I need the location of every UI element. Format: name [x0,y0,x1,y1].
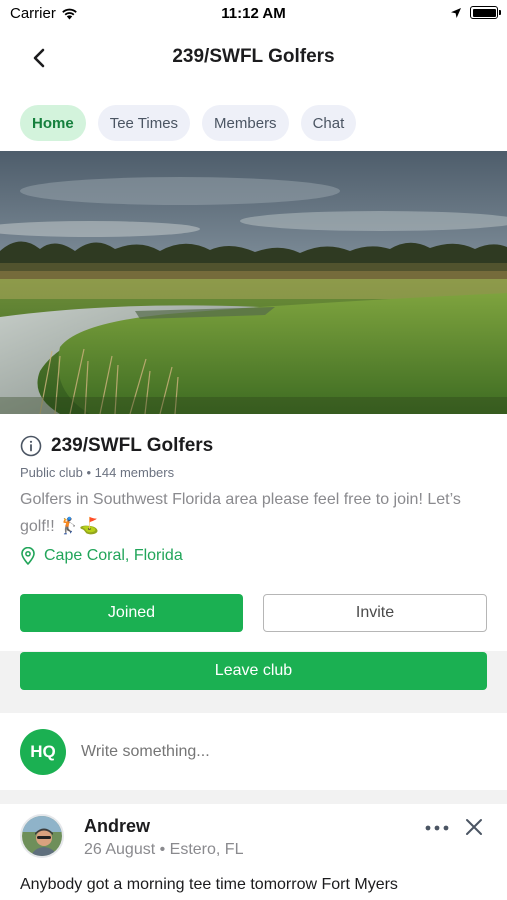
joined-button[interactable]: Joined [20,594,243,632]
club-actions: Joined Invite [20,594,487,632]
write-something-input[interactable] [81,742,461,761]
tab-home[interactable]: Home [20,105,86,141]
map-pin-icon [21,547,35,565]
post-author-avatar[interactable] [20,814,64,858]
club-info-section: 239/SWFL Golfers Public club • 144 membe… [20,432,490,565]
status-right-group [450,6,501,19]
tab-tee-times[interactable]: Tee Times [97,105,191,141]
navigation-bar: 239/SWFL Golfers [0,36,507,80]
tab-members[interactable]: Members [202,105,289,141]
club-cover-image [0,151,507,414]
post-meta: 26 August • Estero, FL [84,841,244,858]
post-composer: HQ [0,713,507,790]
tab-chat[interactable]: Chat [300,105,357,141]
club-name: 239/SWFL Golfers [51,435,214,456]
feed-post: Andrew 26 August • Estero, FL Anybody go… [0,804,507,900]
status-time: 11:12 AM [221,5,286,22]
avatar[interactable]: HQ [20,728,66,775]
location-arrow-icon [451,7,461,18]
status-bar: Carrier 11:12 AM [0,0,507,28]
info-circle-icon[interactable] [20,435,42,457]
post-body: Anybody got a morning tee time tomorrow … [20,876,398,893]
post-author-name[interactable]: Andrew [84,816,150,837]
club-description: Golfers in Southwest Florida area please… [20,491,461,535]
close-icon [466,819,482,835]
tab-bar: Home Tee Times Members Chat [20,105,357,141]
club-location[interactable]: Cape Coral, Florida [20,547,490,565]
golf-course-photo [0,151,507,414]
page-title: 239/SWFL Golfers [172,46,335,67]
more-options-button[interactable] [424,818,450,838]
club-location-label: Cape Coral, Florida [44,547,183,564]
dismiss-post-button[interactable] [463,816,485,838]
author-photo [22,816,62,856]
leave-club-button[interactable]: Leave club [20,652,487,690]
invite-button[interactable]: Invite [263,594,487,632]
club-title-row: 239/SWFL Golfers [20,432,490,460]
battery-icon [470,6,501,19]
club-meta: Public club • 144 members [20,465,175,480]
more-horizontal-icon [425,825,449,831]
section-divider [0,790,507,804]
